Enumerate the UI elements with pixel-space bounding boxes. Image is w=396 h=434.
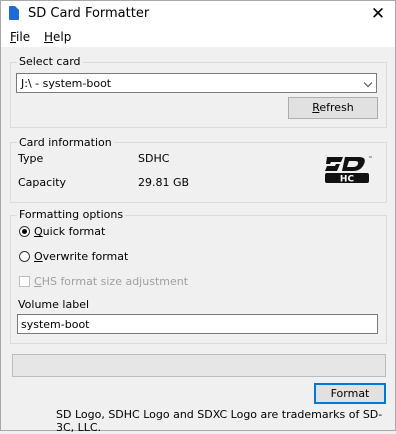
quick-format-label[interactable]: Quick format bbox=[34, 225, 105, 238]
menu-file-label: ile bbox=[16, 30, 31, 44]
menu-bar: File Help bbox=[1, 27, 395, 47]
sd-card-icon bbox=[9, 6, 19, 20]
card-information-label: Card information bbox=[17, 136, 114, 149]
card-select-value: J:\ - system-boot bbox=[21, 77, 112, 90]
type-value: SDHC bbox=[138, 152, 170, 165]
menu-help[interactable]: Help bbox=[44, 30, 71, 44]
overwrite-format-radio[interactable] bbox=[19, 251, 30, 262]
svg-text:HC: HC bbox=[340, 175, 355, 185]
sd-card-formatter-window: SD Card Formatter ✕ File Help Select car… bbox=[0, 0, 396, 434]
select-card-label: Select card bbox=[17, 55, 83, 68]
volume-label-input[interactable]: system-boot bbox=[17, 314, 378, 334]
capacity-value: 29.81 GB bbox=[138, 176, 190, 189]
capacity-label: Capacity bbox=[18, 176, 67, 189]
quick-format-text: uick format bbox=[42, 225, 106, 238]
chs-mnemonic: C bbox=[34, 275, 42, 288]
chs-adjustment-label: CHS format size adjustment bbox=[34, 275, 188, 288]
refresh-label: efresh bbox=[319, 101, 354, 114]
menu-help-mnemonic: H bbox=[44, 30, 54, 44]
chs-adjustment-checkbox bbox=[19, 276, 30, 287]
window-title: SD Card Formatter bbox=[28, 6, 150, 21]
refresh-button[interactable]: Refresh bbox=[288, 97, 378, 119]
card-select-dropdown[interactable]: J:\ - system-boot bbox=[16, 73, 377, 93]
menu-file[interactable]: File bbox=[10, 30, 30, 44]
overwrite-format-text: verwrite format bbox=[42, 250, 129, 263]
chs-text: HS format size adjustment bbox=[41, 275, 189, 288]
sdhc-logo: HC ™ bbox=[325, 156, 373, 185]
overwrite-format-label[interactable]: Overwrite format bbox=[34, 250, 128, 263]
svg-text:™: ™ bbox=[368, 156, 373, 162]
volume-label-caption: Volume label bbox=[18, 298, 90, 311]
format-progress-bar bbox=[12, 354, 386, 377]
volume-label-value: system-boot bbox=[21, 318, 90, 331]
title-bar: SD Card Formatter ✕ bbox=[1, 1, 395, 27]
chevron-down-icon bbox=[363, 78, 373, 88]
menu-help-label: elp bbox=[53, 30, 72, 44]
formatting-options-label: Formatting options bbox=[17, 208, 126, 221]
type-label: Type bbox=[18, 152, 44, 165]
format-button[interactable]: Format bbox=[314, 383, 386, 404]
trademark-notice: SD Logo, SDHC Logo and SDXC Logo are tra… bbox=[56, 408, 383, 434]
close-icon[interactable]: ✕ bbox=[361, 1, 395, 27]
quick-format-radio[interactable] bbox=[19, 226, 30, 237]
quick-format-mnemonic: Q bbox=[34, 225, 43, 238]
overwrite-format-mnemonic: O bbox=[34, 250, 43, 263]
